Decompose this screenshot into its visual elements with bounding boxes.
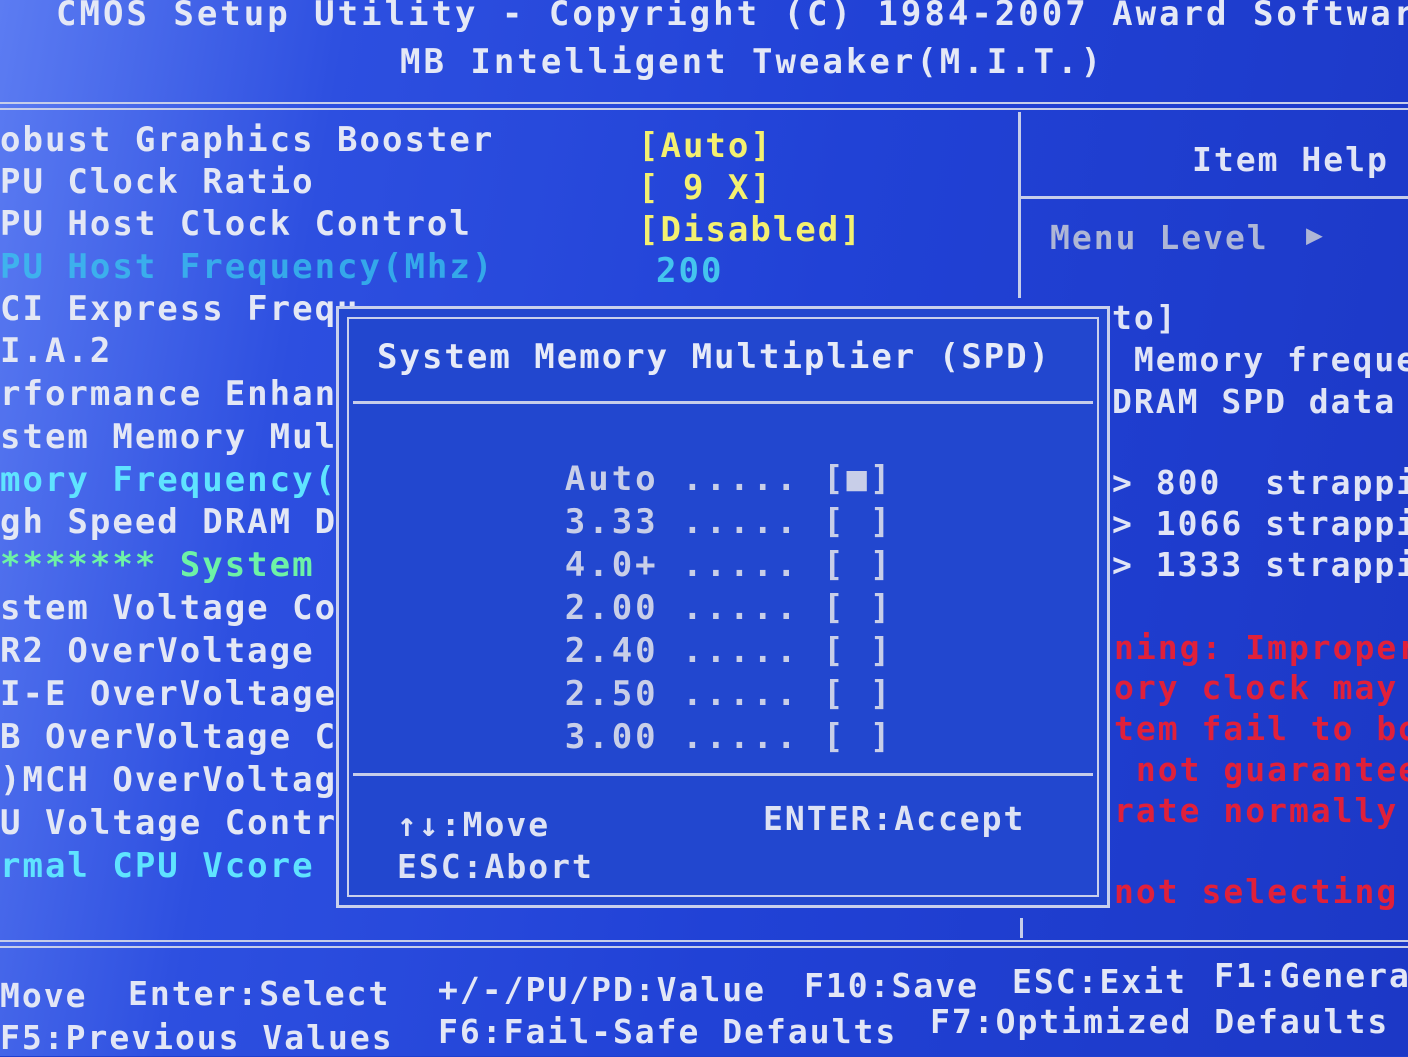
help-panel-divider-bottom <box>1020 918 1023 938</box>
option-dots: ..... <box>682 717 800 757</box>
footer-f5-previous: F5:Previous Values <box>0 1018 394 1057</box>
setting-fsb-overvoltage[interactable]: B OverVoltage C <box>0 717 337 757</box>
setting-cpu-voltage-control[interactable]: U Voltage Contr <box>0 803 337 843</box>
help-line: Memory frequen <box>1112 340 1408 379</box>
help-line: to] <box>1112 298 1178 337</box>
footer-divider <box>0 940 1408 948</box>
header-title: CMOS Setup Utility - Copyright (C) 1984-… <box>56 0 1408 34</box>
warning-line: ory clock may c <box>1114 668 1399 707</box>
setting-cpu-host-frequency: PU Host Frequency(Mhz) <box>0 247 495 287</box>
footer-value: +/-/PU/PD:Value <box>438 970 767 1009</box>
setting-high-speed-dram[interactable]: gh Speed DRAM D <box>0 502 337 542</box>
bios-screen: CMOS Setup Utility - Copyright (C) 1984-… <box>0 0 1408 1057</box>
setting-memory-frequency: mory Frequency( <box>0 460 338 500</box>
header-divider <box>0 102 1408 110</box>
warning-line: ning: Improper <box>1114 628 1408 667</box>
footer-f6-failsafe: F6:Fail-Safe Defaults <box>438 1012 898 1051</box>
help-panel-divider <box>1018 112 1021 298</box>
option-label: 3.00 <box>564 717 659 757</box>
setting-performance-enhance[interactable]: rformance Enhan <box>0 374 337 414</box>
setting-cia2[interactable]: I.A.2 <box>0 331 112 371</box>
setting-value-cpu-host-clock-control[interactable]: [Disabled] <box>638 210 863 250</box>
setting-system-voltage-control[interactable]: stem Voltage Co <box>0 588 337 628</box>
warning-line: tem fail to boo <box>1114 709 1408 748</box>
warning-line: not guaranteed <box>1135 750 1408 789</box>
dialog-move-hint: ↑↓:Move <box>397 805 551 844</box>
setting-system-memory-multiplier[interactable]: stem Memory Mul <box>0 417 337 457</box>
help-line: > 1333 strappin <box>1112 545 1408 584</box>
dialog-title-divider <box>353 401 1093 404</box>
setting-mch-overvoltage[interactable]: )MCH OverVoltag <box>0 760 337 800</box>
setting-cpu-clock-ratio[interactable]: PU Clock Ratio <box>0 162 315 202</box>
setting-ddr2-overvoltage[interactable]: R2 OverVoltage <box>0 631 315 671</box>
help-line: > 1066 strappin <box>1112 504 1408 543</box>
setting-pci-express-frequency[interactable]: CI Express Frequ <box>0 289 360 329</box>
setting-value-robust-graphics-booster[interactable]: [Auto] <box>638 126 773 166</box>
memory-multiplier-dialog: System Memory Multiplier (SPD) Auto ....… <box>336 306 1110 908</box>
footer-move: Move <box>0 976 88 1015</box>
section-system-voltage: ******* System V <box>0 545 360 585</box>
dialog-accept-hint: ENTER:Accept <box>763 799 1026 838</box>
option-3-00[interactable]: 3.00 ..... [ ] <box>377 677 893 797</box>
footer-f10-save: F10:Save <box>804 966 979 1005</box>
header-subtitle: MB Intelligent Tweaker(M.I.T.) <box>400 42 1105 82</box>
setting-robust-graphics-booster[interactable]: obust Graphics Booster <box>0 120 494 160</box>
setting-normal-cpu-vcore: rmal CPU Vcore <box>0 846 315 886</box>
option-marker: [ ] <box>822 717 894 757</box>
help-line: DRAM SPD data <box>1112 382 1397 421</box>
dialog-footer-divider <box>353 773 1093 776</box>
setting-pcie-overvoltage[interactable]: I-E OverVoltage <box>0 674 337 714</box>
setting-value-cpu-clock-ratio[interactable]: [ 9 X] <box>638 168 773 208</box>
menu-level-arrow-icon: ▶ <box>1306 218 1325 251</box>
warning-line: not selecting <box>1114 872 1399 911</box>
menu-level-label: Menu Level <box>1050 218 1269 257</box>
footer-f7-optimized: F7:Optimized Defaults <box>930 1002 1390 1041</box>
warning-line: rate normally <box>1114 791 1399 830</box>
dialog-title: System Memory Multiplier (SPD) <box>377 337 1052 377</box>
help-title: Item Help <box>1192 140 1389 179</box>
setting-value-cpu-host-frequency: 200 <box>656 251 724 291</box>
dialog-abort-hint: ESC:Abort <box>397 847 594 886</box>
setting-cpu-host-clock-control[interactable]: PU Host Clock Control <box>0 204 472 244</box>
footer-f1-general: F1:General <box>1214 956 1408 995</box>
footer-esc-exit: ESC:Exit <box>1012 962 1187 1001</box>
help-line: > 800 strappin <box>1112 463 1408 502</box>
footer-enter-select: Enter:Select <box>128 974 391 1013</box>
help-title-divider <box>1020 196 1408 199</box>
